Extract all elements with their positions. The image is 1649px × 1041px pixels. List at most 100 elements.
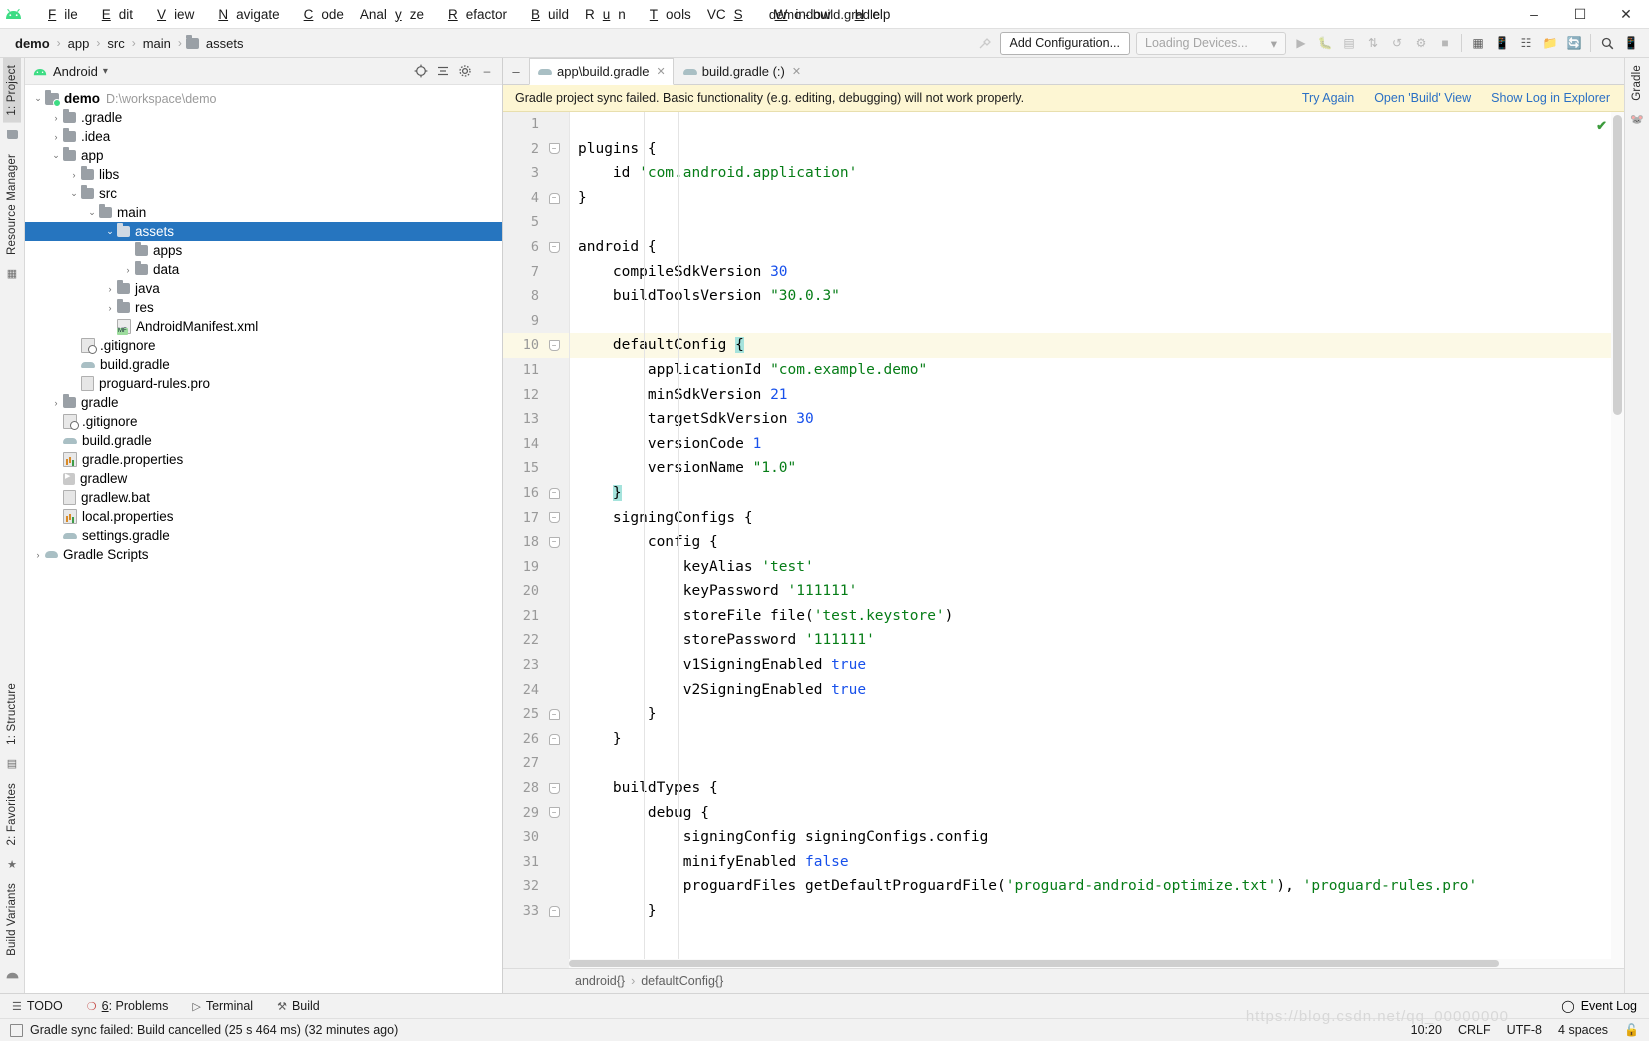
chevron-right-icon[interactable]: › <box>31 550 45 560</box>
fold-collapse-icon[interactable]: − <box>548 241 560 253</box>
inspection-status-icon[interactable]: ✔ <box>1596 118 1607 134</box>
caret-position[interactable]: 10:20 <box>1411 1023 1442 1037</box>
fold-end-icon[interactable]: − <box>548 709 560 721</box>
menu-item-window[interactable]: Window <box>759 4 839 25</box>
breadcrumb[interactable]: demo › app › src › main › assets <box>12 34 247 51</box>
tree-node--gitignore[interactable]: .gitignore <box>25 412 502 431</box>
fold-collapse-icon[interactable]: − <box>548 143 560 155</box>
menu-item-vcs[interactable]: VC S <box>699 4 759 25</box>
breadcrumb-android-block[interactable]: android{} <box>575 974 625 988</box>
menu-item-help[interactable]: Help <box>839 4 899 25</box>
tool-window-terminal[interactable]: ▷ Terminal <box>180 999 265 1013</box>
code-line[interactable]: keyAlias 'test' <box>570 555 1624 580</box>
chevron-down-icon[interactable]: ⌄ <box>85 207 99 218</box>
fold-end-icon[interactable]: − <box>548 905 560 917</box>
fold-end-icon[interactable]: − <box>548 733 560 745</box>
main-menu-bar[interactable]: File Edit View Navigate Code Anal y ze Ref… <box>32 4 898 25</box>
editor-horizontal-scrollbar[interactable] <box>569 959 1611 968</box>
chevron-right-icon[interactable]: › <box>49 132 63 142</box>
code-line[interactable]: proguardFiles getDefaultProguardFile('pr… <box>570 874 1624 899</box>
tree-node--gradle[interactable]: › .gradle <box>25 108 502 127</box>
tree-node-gradle[interactable]: › gradle <box>25 393 502 412</box>
chevron-down-icon[interactable]: ⌄ <box>49 150 63 161</box>
profiler-button[interactable]: ⚙ <box>1409 32 1433 54</box>
fold-marker[interactable]: − <box>543 727 565 752</box>
editor-breadcrumb[interactable]: android{} › defaultConfig{} <box>503 968 1624 993</box>
fold-collapse-icon[interactable]: − <box>548 536 560 548</box>
tree-node--gitignore[interactable]: .gitignore <box>25 336 502 355</box>
code-line[interactable]: applicationId "com.example.demo" <box>570 358 1624 383</box>
code-line[interactable]: storeFile file('test.keystore') <box>570 604 1624 629</box>
code-content[interactable]: plugins { id 'com.android.application'} a… <box>570 112 1624 968</box>
code-line[interactable]: } <box>570 899 1624 924</box>
fold-end-icon[interactable]: − <box>548 192 560 204</box>
sidebar-item-build-variants[interactable]: Build Variants <box>3 876 21 963</box>
event-log-label[interactable]: Event Log <box>1581 999 1637 1013</box>
chevron-down-icon[interactable]: ⌄ <box>103 226 117 237</box>
code-line[interactable]: defaultConfig { <box>570 333 1624 358</box>
tree-node--idea[interactable]: › .idea <box>25 127 502 146</box>
tab-build-gradle-root[interactable]: build.gradle (:) ✕ <box>674 58 809 84</box>
tree-node-androidmanifest-xml[interactable]: AndroidManifest.xml <box>25 317 502 336</box>
tree-node-libs[interactable]: › libs <box>25 165 502 184</box>
chevron-down-icon[interactable]: ⌄ <box>31 93 45 104</box>
breadcrumb-item-demo[interactable]: demo <box>12 36 53 51</box>
code-line[interactable]: keyPassword '111111' <box>570 579 1624 604</box>
close-icon[interactable]: ✕ <box>657 65 666 78</box>
sidebar-item-structure[interactable]: 1: Structure <box>3 676 21 752</box>
menu-item-tools[interactable]: Tools <box>634 4 699 25</box>
code-line[interactable]: storePassword '111111' <box>570 628 1624 653</box>
menu-item-run[interactable]: Run <box>577 4 634 25</box>
chevron-right-icon[interactable]: › <box>49 398 63 408</box>
editor-vertical-scrollbar[interactable] <box>1611 112 1624 968</box>
window-controls[interactable]: – ☐ ✕ <box>1511 0 1649 28</box>
tool-window-problems[interactable]: ❍ 6: Problems <box>75 999 181 1013</box>
run-button[interactable]: ▶ <box>1289 32 1313 54</box>
fold-marker[interactable]: − <box>543 530 565 555</box>
menu-item-build[interactable]: Build <box>515 4 577 25</box>
code-line[interactable]: plugins { <box>570 137 1624 162</box>
code-line[interactable]: targetSdkVersion 30 <box>570 407 1624 432</box>
code-line[interactable]: buildToolsVersion "30.0.3" <box>570 284 1624 309</box>
chevron-right-icon[interactable]: › <box>103 284 117 294</box>
device-selector[interactable]: Loading Devices... ▾ <box>1136 31 1286 55</box>
tree-node-src[interactable]: ⌄ src <box>25 184 502 203</box>
project-tree[interactable]: ⌄ demo D:\workspace\demo › .gradle › .idea ⌄ app… <box>25 85 502 993</box>
code-line[interactable]: compileSdkVersion 30 <box>570 260 1624 285</box>
chevron-down-icon[interactable]: ▾ <box>103 66 108 77</box>
file-encoding[interactable]: UTF-8 <box>1507 1023 1542 1037</box>
code-line[interactable]: } <box>570 481 1624 506</box>
sidebar-item-project[interactable]: 1: Project <box>3 58 21 123</box>
code-line[interactable]: v2SigningEnabled true <box>570 678 1624 703</box>
code-line[interactable]: android { <box>570 235 1624 260</box>
fold-collapse-icon[interactable]: − <box>548 782 560 794</box>
tree-node-res[interactable]: › res <box>25 298 502 317</box>
breadcrumb-item-assets[interactable]: assets <box>203 36 247 51</box>
build-hammer-icon[interactable] <box>973 32 997 54</box>
fold-marker[interactable]: − <box>543 776 565 801</box>
avd-manager-icon[interactable]: 📱 <box>1490 32 1514 54</box>
fold-end-icon[interactable]: − <box>548 487 560 499</box>
debug-button[interactable]: 🐛 <box>1313 32 1337 54</box>
code-line[interactable]: } <box>570 727 1624 752</box>
code-line[interactable]: signingConfigs { <box>570 506 1624 531</box>
run-coverage-button[interactable]: ▤ <box>1337 32 1361 54</box>
tree-node-assets[interactable]: ⌄ assets <box>25 222 502 241</box>
tree-node-app[interactable]: ⌄ app <box>25 146 502 165</box>
sidebar-item-favorites[interactable]: 2: Favorites <box>3 776 21 852</box>
code-line[interactable]: minifyEnabled false <box>570 850 1624 875</box>
layout-inspector-icon[interactable]: ☷ <box>1514 32 1538 54</box>
line-number-gutter[interactable]: − − − − − − − − − − − − 1 2 3 4 5 6 7 8 9 10 11 12 13 14 15 16 17 18… <box>503 112 570 968</box>
code-line[interactable]: config { <box>570 530 1624 555</box>
collapse-all-icon[interactable] <box>432 60 454 82</box>
open-build-view-link[interactable]: Open 'Build' View <box>1374 91 1471 105</box>
menu-item-file[interactable]: File <box>32 4 86 25</box>
chevron-right-icon[interactable]: › <box>67 170 81 180</box>
fold-marker[interactable]: − <box>543 235 565 260</box>
tree-node-proguard-rules-pro[interactable]: proguard-rules.pro <box>25 374 502 393</box>
status-message-area[interactable]: Gradle sync failed: Build cancelled (25 … <box>0 1023 398 1037</box>
apply-code-changes-button[interactable]: ↺ <box>1385 32 1409 54</box>
code-line[interactable]: minSdkVersion 21 <box>570 383 1624 408</box>
tree-node-java[interactable]: › java <box>25 279 502 298</box>
code-line[interactable]: versionName "1.0" <box>570 456 1624 481</box>
